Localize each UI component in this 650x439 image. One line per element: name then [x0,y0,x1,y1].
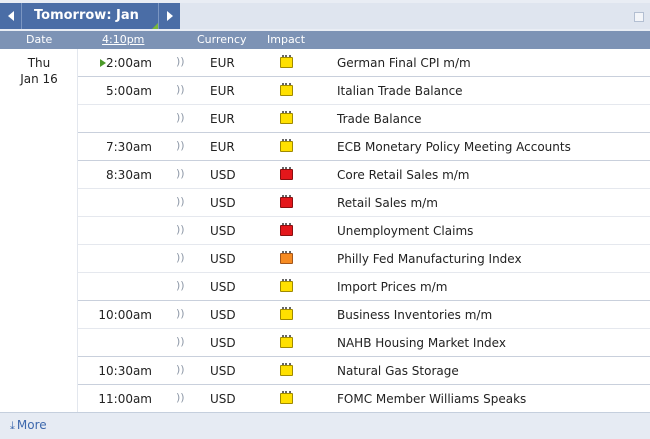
event-currency: EUR [210,140,235,154]
day-name: Thu [27,56,51,70]
sound-alert-icon[interactable]: )) [176,335,185,348]
chevron-right-icon [166,11,173,21]
event-title[interactable]: ECB Monetary Policy Meeting Accounts [337,140,571,154]
event-time: 5:00am [106,84,152,98]
sound-alert-icon[interactable]: )) [176,363,185,376]
event-row[interactable]: 5:00am)) EUR Italian Trade Balance [78,77,650,105]
sound-alert-icon[interactable]: )) [176,251,185,264]
impact-folder-icon [280,279,293,292]
event-currency: USD [210,168,236,182]
impact-folder-icon [280,167,293,180]
event-currency: USD [210,336,236,350]
column-header-date: Date [26,33,53,46]
event-title[interactable]: Philly Fed Manufacturing Index [337,252,522,266]
impact-folder-icon [280,251,293,264]
event-currency: EUR [210,84,235,98]
sound-alert-icon[interactable]: )) [176,391,185,404]
download-arrow-icon: ⤓ [10,419,15,432]
expand-button[interactable] [634,12,644,22]
event-row[interactable]: )) USD Retail Sales m/m [78,189,650,217]
impact-folder-icon [280,55,293,68]
impact-folder-icon [280,111,293,124]
more-link[interactable]: ⤓ More [10,418,47,433]
event-currency: USD [210,308,236,322]
event-currency: USD [210,252,236,266]
sound-alert-icon[interactable]: )) [176,223,185,236]
previous-day-button[interactable] [0,3,22,29]
event-title[interactable]: Unemployment Claims [337,224,473,238]
event-time: 10:00am [98,308,152,322]
event-currency: USD [210,280,236,294]
sound-alert-icon[interactable]: )) [176,279,185,292]
day-date: Jan 16 [20,72,58,86]
sound-alert-icon[interactable]: )) [176,111,185,124]
event-title[interactable]: Business Inventories m/m [337,308,492,322]
sound-alert-icon[interactable]: )) [176,55,185,68]
date-tab[interactable]: Tomorrow: Jan 16 [22,3,158,49]
calendar-footer: ⤓ More [0,412,650,439]
impact-folder-icon [280,335,293,348]
nav-bar-filler [180,3,650,29]
event-title[interactable]: Italian Trade Balance [337,84,463,98]
impact-folder-icon [280,363,293,376]
event-title[interactable]: Natural Gas Storage [337,364,459,378]
event-time: 2:00am [106,56,152,70]
column-header-currency: Currency [197,33,247,46]
event-currency: USD [210,196,236,210]
event-currency: USD [210,224,236,238]
event-time: 11:00am [98,392,152,406]
sound-alert-icon[interactable]: )) [176,307,185,320]
impact-folder-icon [280,139,293,152]
event-row[interactable]: 11:00am)) USD FOMC Member Williams Speaks [78,385,650,413]
event-title[interactable]: German Final CPI m/m [337,56,471,70]
impact-folder-icon [280,391,293,404]
event-title[interactable]: Trade Balance [337,112,422,126]
event-row[interactable]: 10:30am)) USD Natural Gas Storage [78,357,650,385]
impact-folder-icon [280,83,293,96]
day-cell: Thu Jan 16 [0,49,78,412]
column-header-time[interactable]: 4:10pm [102,31,144,49]
impact-folder-icon [280,307,293,320]
event-title[interactable]: Core Retail Sales m/m [337,168,470,182]
event-row[interactable]: )) USD Philly Fed Manufacturing Index [78,245,650,273]
next-day-button[interactable] [158,3,180,29]
sound-alert-icon[interactable]: )) [176,139,185,152]
event-row[interactable]: 8:30am)) USD Core Retail Sales m/m [78,161,650,189]
event-row[interactable]: )) USD Import Prices m/m [78,273,650,301]
event-title[interactable]: Retail Sales m/m [337,196,438,210]
events-table: 2:00am)) EUR German Final CPI m/m 5:00am)) E… [78,49,650,413]
event-time: 10:30am [98,364,152,378]
sound-alert-icon[interactable]: )) [176,195,185,208]
sound-alert-icon[interactable]: )) [176,167,185,180]
event-currency: EUR [210,56,235,70]
event-title[interactable]: NAHB Housing Market Index [337,336,506,350]
event-row[interactable]: )) USD NAHB Housing Market Index [78,329,650,357]
event-currency: USD [210,392,236,406]
event-row[interactable]: 10:00am)) USD Business Inventories m/m [78,301,650,329]
event-time: 8:30am [106,168,152,182]
event-title[interactable]: Import Prices m/m [337,280,447,294]
event-time: 7:30am [106,140,152,154]
event-row[interactable]: 7:30am)) EUR ECB Monetary Policy Meeting A… [78,133,650,161]
chevron-left-icon [7,11,14,21]
column-header-impact: Impact [267,33,306,46]
event-currency: USD [210,364,236,378]
event-row[interactable]: 2:00am)) EUR German Final CPI m/m [78,49,650,77]
calendar-nav-bar: Tomorrow: Jan 16 [0,0,650,49]
event-row[interactable]: )) EUR Trade Balance [78,105,650,133]
event-currency: EUR [210,112,235,126]
impact-folder-icon [280,195,293,208]
more-label: More [16,418,47,432]
event-title[interactable]: FOMC Member Williams Speaks [337,392,526,406]
column-header-row: Date 4:10pm Currency Impact [0,31,650,49]
impact-folder-icon [280,223,293,236]
event-row[interactable]: )) USD Unemployment Claims [78,217,650,245]
sound-alert-icon[interactable]: )) [176,83,185,96]
